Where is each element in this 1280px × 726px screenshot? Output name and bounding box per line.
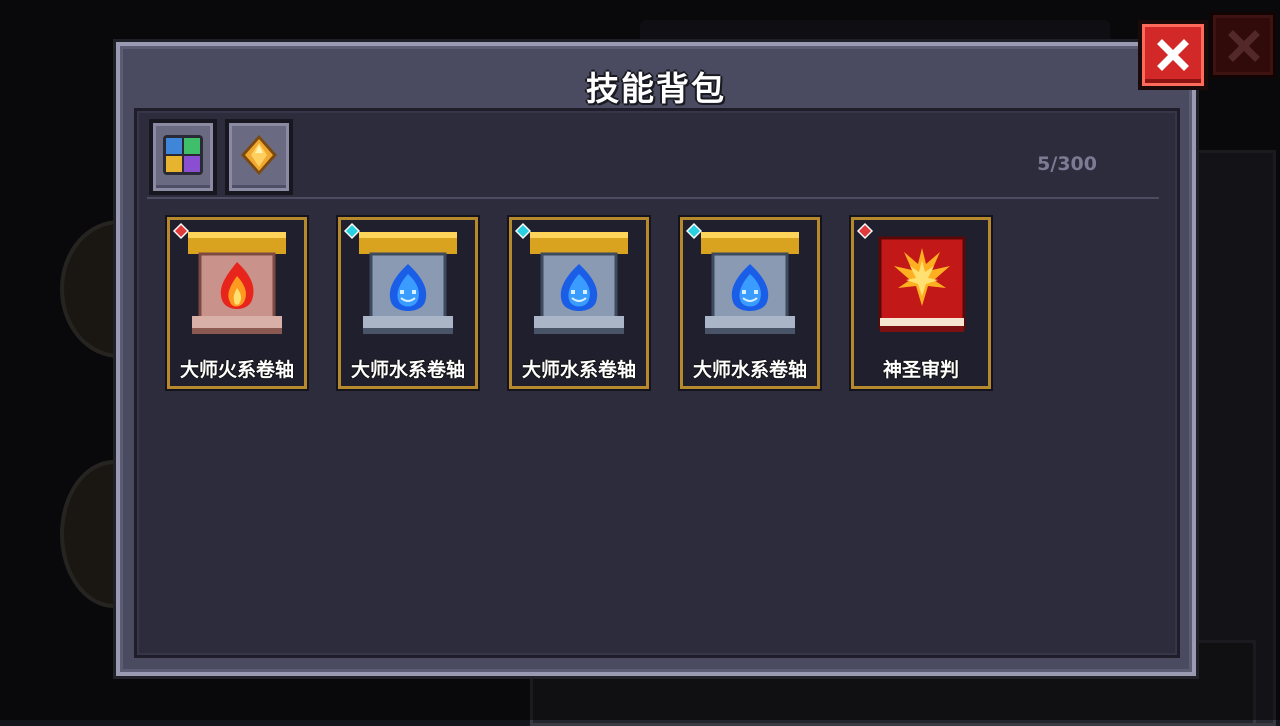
all-category-icon	[163, 135, 203, 175]
skill-name: 大师水系卷轴	[521, 359, 636, 381]
water-scroll-icon	[701, 232, 799, 334]
fire-scroll-icon	[188, 232, 286, 334]
item-count: 5/300	[1037, 153, 1097, 175]
skill-bag-panel: 5/300 大师火系卷轴 大师水系卷轴 大师水系卷轴 大师水系卷轴 神圣审判	[134, 108, 1180, 658]
skill-name: 大师水系卷轴	[350, 359, 465, 381]
skill-card[interactable]: 大师水系卷轴	[338, 217, 478, 389]
skill-card[interactable]: 大师火系卷轴	[167, 217, 307, 389]
skill-card[interactable]: 大师水系卷轴	[509, 217, 649, 389]
filter-gem-button[interactable]	[225, 119, 293, 195]
skill-card[interactable]: 大师水系卷轴	[680, 217, 820, 389]
gem-category-icon	[241, 135, 277, 175]
skill-card[interactable]: 神圣审判	[851, 217, 991, 389]
water-scroll-icon	[359, 232, 457, 334]
skill-name: 大师水系卷轴	[692, 359, 807, 381]
divider	[147, 197, 1159, 199]
dialog-title: 技能背包	[586, 69, 726, 108]
skill-name: 大师火系卷轴	[179, 359, 294, 381]
close-button[interactable]	[1138, 20, 1208, 90]
holy-book-icon	[878, 236, 966, 332]
close-icon	[1157, 39, 1189, 71]
water-scroll-icon	[530, 232, 628, 334]
skill-bag-dialog: 技能背包 5/300 大师火系卷轴 大师水系卷轴 大师水系卷轴 大师水系卷轴 神…	[116, 42, 1196, 676]
filter-all-button[interactable]	[149, 119, 217, 195]
skill-name: 神圣审判	[882, 359, 959, 381]
